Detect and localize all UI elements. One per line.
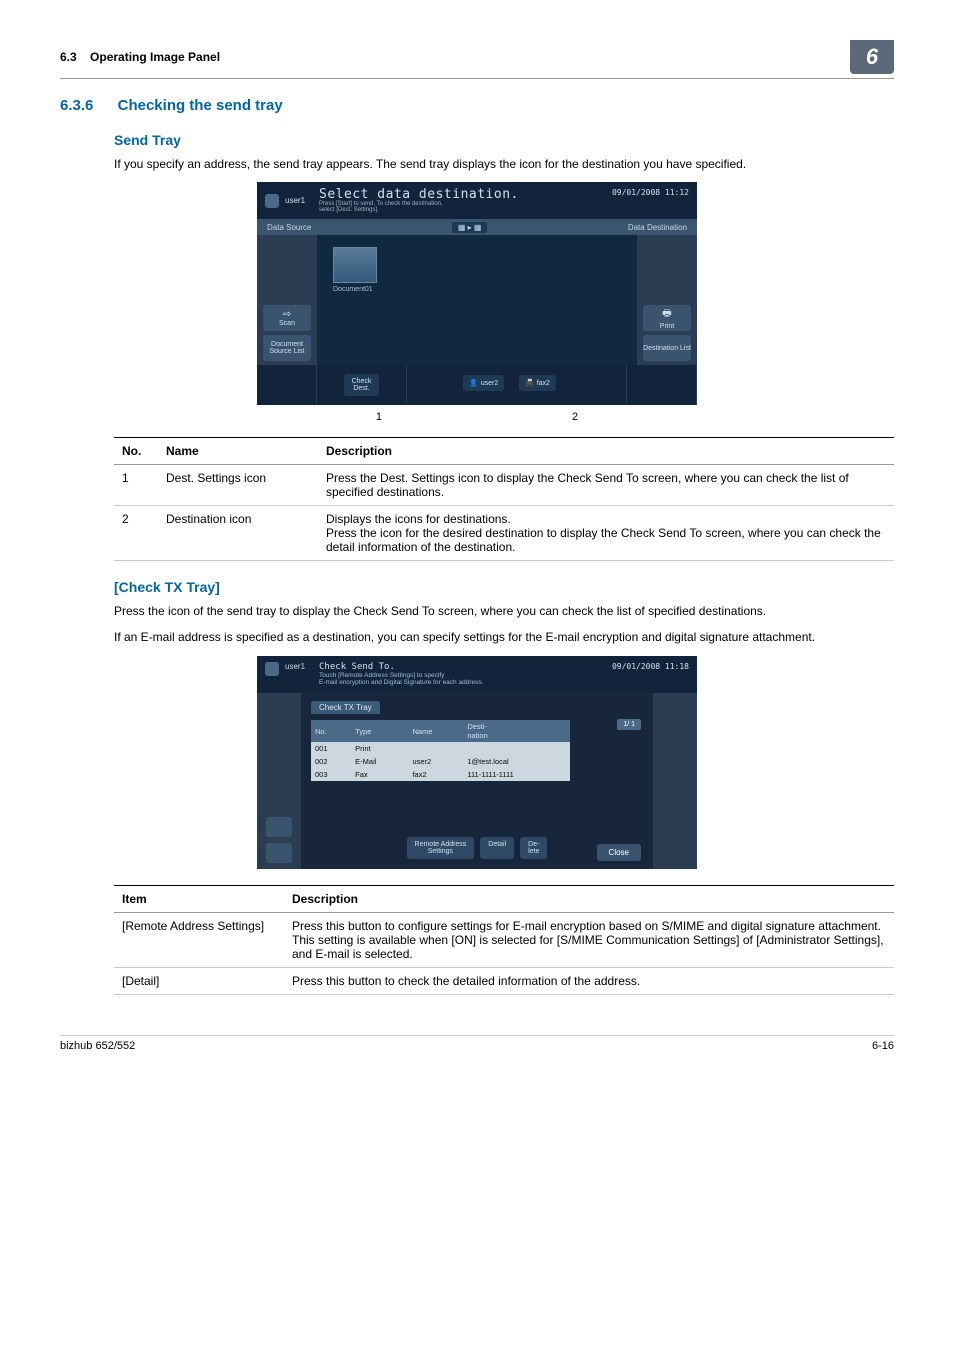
sc1-user: user1 xyxy=(285,196,305,205)
scan-button[interactable]: ⇨ Scan xyxy=(263,305,311,331)
table-row[interactable]: 002 E-Mail user2 1@test.local xyxy=(311,755,570,768)
th-type: Type xyxy=(351,720,408,742)
doc-source-list-button[interactable]: Document Source List xyxy=(263,335,311,361)
table-row: 1 Dest. Settings icon Press the Dest. Se… xyxy=(114,465,894,506)
user-icon: 👤 xyxy=(469,379,478,387)
checktx-heading: [Check TX Tray] xyxy=(114,579,894,595)
fax-icon: 📠 xyxy=(525,379,534,387)
sc1-datetime: 09/01/2008 11:12 xyxy=(612,188,689,213)
delete-button[interactable]: De- lete xyxy=(520,837,547,859)
scan-icon: ⇨ xyxy=(283,309,291,320)
sendtray-body: If you specify an address, the send tray… xyxy=(114,156,894,172)
screenshot-select-destination: user1 Select data destination. Press [St… xyxy=(257,182,697,405)
print-button[interactable]: 🖶 Print xyxy=(643,305,691,331)
th-no: No. xyxy=(114,438,158,465)
destination-list-button[interactable]: Destination List xyxy=(643,335,691,361)
detail-button[interactable]: Detail xyxy=(480,837,514,859)
header-name: Operating Image Panel xyxy=(90,50,220,64)
section-number: 6.3.6 xyxy=(60,97,114,114)
sc1-datasource-label: Data Source xyxy=(267,223,311,232)
callout-2: 2 xyxy=(572,411,578,423)
table-row: [Remote Address Settings] Press this but… xyxy=(114,913,894,968)
table-row: 2 Destination icon Displays the icons fo… xyxy=(114,506,894,561)
flow-arrow-icon: ▦ ▸ ▦ xyxy=(452,222,488,233)
sc2-user: user1 xyxy=(285,662,305,671)
checktx-tab[interactable]: Check TX Tray xyxy=(311,701,380,714)
print-icon: 🖶 xyxy=(662,306,671,323)
th-desc: Description xyxy=(284,886,894,913)
sc2-datetime: 09/01/2008 11:18 xyxy=(612,662,689,688)
sc1-title: Select data destination. xyxy=(319,188,519,201)
sendtray-heading: Send Tray xyxy=(114,132,894,148)
checktx-body1: Press the icon of the send tray to displ… xyxy=(114,603,894,619)
checktx-body2: If an E-mail address is specified as a d… xyxy=(114,629,894,645)
th-no: No. xyxy=(311,720,351,742)
page-indicator: 1/ 1 xyxy=(617,719,641,730)
sc1-datadest-label: Data Destination xyxy=(628,223,687,232)
avatar-icon xyxy=(265,194,279,208)
avatar-icon xyxy=(265,662,279,676)
footer-right: 6-16 xyxy=(872,1040,894,1052)
table-row: [Detail] Press this button to check the … xyxy=(114,968,894,995)
table-row[interactable]: 003 Fax fax2 111-1111-1111 xyxy=(311,768,570,781)
sc2-sub1: Touch [Remote Address Settings] to speci… xyxy=(319,672,483,680)
th-name: Name xyxy=(408,720,463,742)
footer-left: bizhub 652/552 xyxy=(60,1040,135,1052)
dest-icon-table: No. Name Description 1 Dest. Settings ic… xyxy=(114,437,894,561)
check-dest-button[interactable]: Check Dest. xyxy=(344,374,380,396)
close-button[interactable]: Close xyxy=(597,844,641,861)
th-dest: Desti- nation xyxy=(463,720,570,742)
table-row[interactable]: 001 Print xyxy=(311,742,570,755)
dest-chip-fax[interactable]: 📠 fax2 xyxy=(519,375,556,391)
th-item: Item xyxy=(114,886,284,913)
checktx-desc-table: Item Description [Remote Address Setting… xyxy=(114,885,894,995)
sc2-sub2: E-mail encryption and Digital Signature … xyxy=(319,679,483,687)
chapter-badge: 6 xyxy=(850,40,894,74)
screenshot-check-send-to: user1 Check Send To. Touch [Remote Addre… xyxy=(257,656,697,870)
remote-address-settings-button[interactable]: Remote Address Settings xyxy=(407,837,475,859)
sc2-title: Check Send To. xyxy=(319,662,483,672)
header-ref: 6.3 xyxy=(60,50,77,64)
dest-chip-user[interactable]: 👤 user2 xyxy=(463,375,504,391)
document-thumbnail[interactable] xyxy=(333,247,377,283)
callout-1: 1 xyxy=(376,411,382,423)
scan-icon[interactable] xyxy=(266,817,292,837)
th-desc: Description xyxy=(318,438,894,465)
checktx-table: No. Type Name Desti- nation 001 Print xyxy=(311,720,570,781)
list-icon[interactable] xyxy=(266,843,292,863)
document-thumb-label: Document01 xyxy=(333,286,377,293)
section-title: Checking the send tray xyxy=(118,97,283,114)
th-name: Name xyxy=(158,438,318,465)
sc1-sub2: select [Dest. Settings]. xyxy=(319,207,519,213)
